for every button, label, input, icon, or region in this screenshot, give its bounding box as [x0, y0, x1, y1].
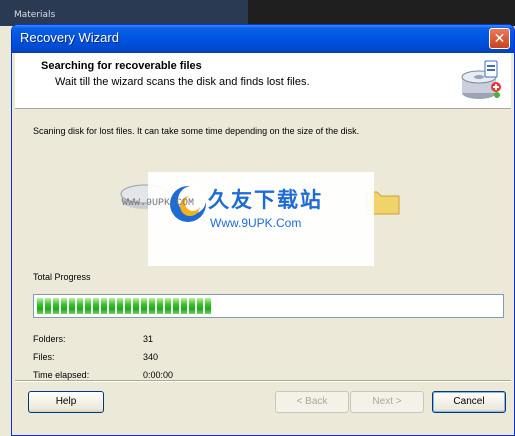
footer-divider: [15, 380, 511, 382]
watermark-url: Www.9UPK.Com: [210, 216, 302, 230]
progress-segment: [53, 298, 59, 314]
watermark-brand: 久友下载站: [208, 188, 323, 212]
progress-fill: [37, 298, 213, 314]
progress-segment: [45, 298, 51, 314]
time-elapsed-value: 0:00:00: [143, 370, 174, 380]
progress-segment: [197, 298, 203, 314]
progress-segment: [109, 298, 115, 314]
progress-segment: [77, 298, 83, 314]
background-panel-label: Materials: [14, 10, 56, 20]
progress-segment: [189, 298, 195, 314]
progress-segment: [101, 298, 107, 314]
header-subtitle: Wait till the wizard scans the disk and …: [55, 76, 310, 88]
background-app-header: Materials: [0, 0, 248, 26]
scan-message: Scaning disk for lost files. It can take…: [33, 126, 360, 136]
progress-segment: [173, 298, 179, 314]
folders-value: 31: [143, 334, 154, 344]
watermark-overlay: WWW.9UPK.COM 久友下载站 Www.9UPK.Com: [122, 172, 374, 266]
title-bar[interactable]: Recovery Wizard ✕: [12, 25, 514, 53]
progress-segment: [157, 298, 163, 314]
progress-segment: [37, 298, 43, 314]
progress-segment: [165, 298, 171, 314]
watermark-left-text: WWW.9UPK.COM: [122, 198, 195, 209]
wizard-header: Searching for recoverable files Wait til…: [15, 53, 511, 109]
close-button[interactable]: ✕: [489, 28, 510, 49]
header-title: Searching for recoverable files: [41, 60, 202, 72]
window-title: Recovery Wizard: [20, 30, 119, 45]
total-progress-label: Total Progress: [33, 272, 91, 282]
progress-segment: [133, 298, 139, 314]
recovery-wizard-dialog: Recovery Wizard ✕ Searching for recovera…: [11, 24, 515, 436]
progress-segment: [117, 298, 123, 314]
disk-scan-icon: [461, 60, 501, 99]
progress-segment: [85, 298, 91, 314]
wizard-body: Scaning disk for lost files. It can take…: [15, 109, 511, 380]
progress-segment: [69, 298, 75, 314]
back-button[interactable]: < Back: [275, 391, 349, 413]
help-button[interactable]: Help: [28, 391, 104, 413]
progress-segment: [141, 298, 147, 314]
next-button[interactable]: Next >: [350, 391, 424, 413]
background-right-header: [248, 0, 515, 26]
close-icon: ✕: [493, 31, 506, 47]
progress-segment: [125, 298, 131, 314]
progress-segment: [61, 298, 67, 314]
progress-segment: [181, 298, 187, 314]
progress-segment: [149, 298, 155, 314]
files-label: Files:: [33, 352, 55, 362]
progress-segment: [93, 298, 99, 314]
files-value: 340: [143, 352, 159, 362]
cancel-button[interactable]: Cancel: [432, 391, 506, 413]
total-progress-bar: [33, 294, 504, 318]
time-elapsed-label: Time elapsed:: [33, 370, 90, 380]
folders-label: Folders:: [33, 334, 66, 344]
progress-segment: [205, 298, 211, 314]
